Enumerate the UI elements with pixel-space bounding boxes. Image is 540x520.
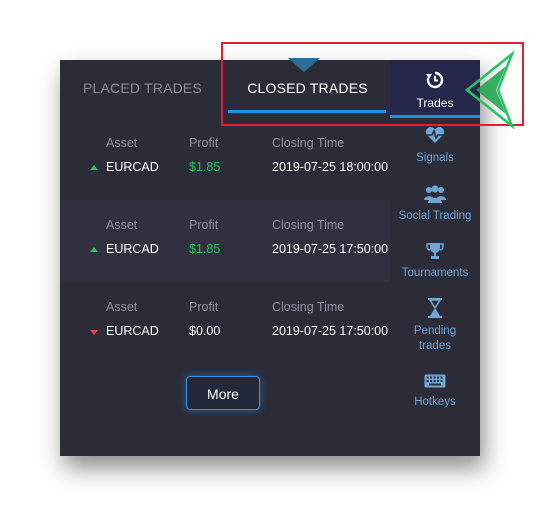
hourglass-icon [428, 298, 442, 318]
closing-time-value: 2019-07-25 17:50:00 [272, 324, 389, 338]
asset-header: Asset [106, 136, 138, 150]
sidebar-item-label: Pending [413, 325, 457, 337]
closing-time-value: 2019-07-25 17:50:00 [272, 242, 389, 256]
sidebar-item-label: Tournaments [401, 267, 469, 279]
trade-row[interactable]: Asset Profit Closing Time EURCAD $1.85 2… [60, 118, 390, 200]
asset-value: EURCAD [106, 242, 159, 256]
profit-header: Profit [189, 300, 219, 314]
sidebar-item-signals[interactable]: Signals [390, 126, 480, 174]
heartbeat-icon [425, 127, 445, 143]
trophy-icon [426, 243, 444, 259]
closed-trades-list: Asset Profit Closing Time EURCAD $1.85 2… [60, 118, 390, 364]
sidebar-item-pending-trades[interactable]: Pending trades [390, 298, 480, 358]
closing-time-header: Closing Time [272, 136, 345, 150]
profit-value: $1.85 [189, 242, 221, 256]
direction-up-icon [90, 165, 98, 170]
keyboard-icon [424, 374, 446, 388]
direction-up-icon [90, 247, 98, 252]
sidebar-item-label: Signals [416, 152, 454, 164]
closing-time-header: Closing Time [272, 300, 345, 314]
closing-time-header: Closing Time [272, 218, 345, 232]
sidebar-item-label: Social Trading [398, 210, 472, 222]
profit-header: Profit [189, 218, 219, 232]
profit-value: $0.00 [189, 324, 221, 338]
sidebar-item-label: Hotkeys [414, 396, 456, 408]
asset-header: Asset [106, 218, 138, 232]
sidebar-item-social-trading[interactable]: Social Trading [390, 184, 480, 232]
trade-row[interactable]: Asset Profit Closing Time EURCAD $0.00 2… [60, 282, 390, 364]
tab-placed-trades[interactable]: PLACED TRADES [60, 60, 225, 116]
trade-row[interactable]: Asset Profit Closing Time EURCAD $1.85 2… [60, 200, 390, 282]
pointer-arrow-icon [464, 50, 515, 130]
direction-down-icon [90, 330, 98, 335]
sidebar-item-tournaments[interactable]: Tournaments [390, 242, 480, 290]
asset-value: EURCAD [106, 160, 159, 174]
profit-value: $1.85 [189, 160, 221, 174]
sidebar-item-label-line2: trades [419, 340, 451, 352]
asset-header: Asset [106, 300, 138, 314]
sidebar-item-hotkeys[interactable]: Hotkeys [390, 374, 480, 414]
asset-value: EURCAD [106, 324, 159, 338]
more-button[interactable]: More [186, 376, 260, 410]
profit-header: Profit [189, 136, 219, 150]
closing-time-value: 2019-07-25 18:00:00 [272, 160, 389, 174]
users-icon [424, 185, 446, 203]
